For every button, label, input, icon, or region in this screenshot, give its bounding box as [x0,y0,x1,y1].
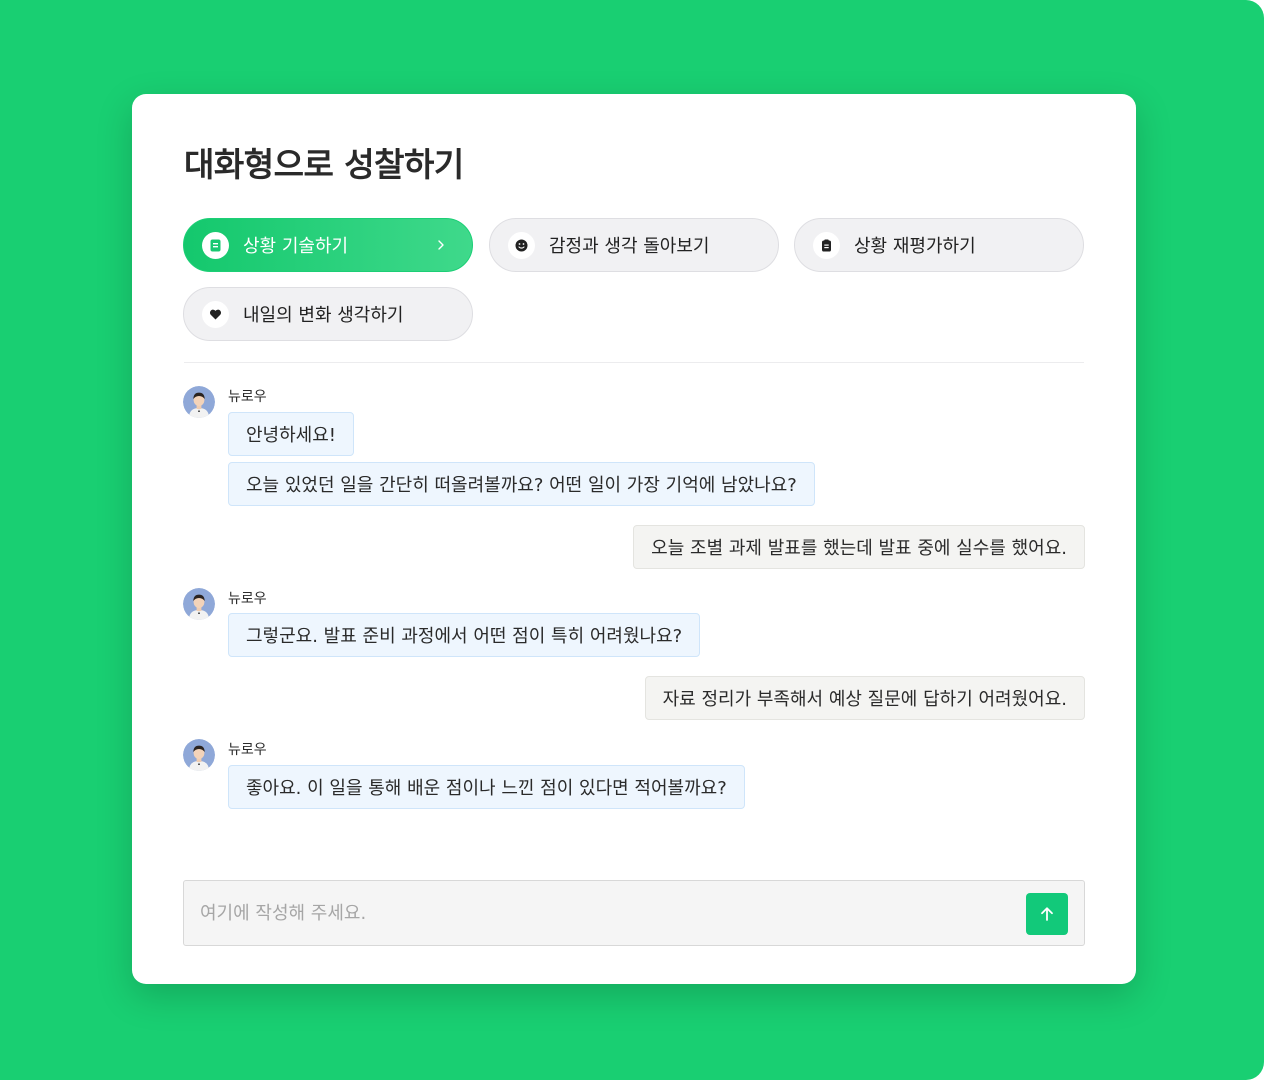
document-icon [202,231,229,259]
reflection-card: 대화형으로 성찰하기 상황 기술하기 감정과 생각 돌아보기 상황 재평가하기 … [132,94,1136,984]
divider [184,362,1084,363]
step-review-emotions[interactable]: 감정과 생각 돌아보기 [489,218,779,272]
step-reevaluate-situation[interactable]: 상황 재평가하기 [794,218,1084,272]
bot-message: 좋아요. 이 일을 통해 배운 점이나 느낀 점이 있다면 적어볼까요? [228,765,745,809]
bot-message: 오늘 있었던 일을 간단히 떠올려볼까요? 어떤 일이 가장 기억에 남았나요? [228,462,815,506]
bot-avatar [183,588,215,620]
message-input[interactable] [200,893,1010,933]
arrow-up-icon [1041,907,1053,921]
clipboard-icon [813,231,840,259]
bot-name: 뉴로우 [228,389,267,405]
user-message: 오늘 조별 과제 발표를 했는데 발표 중에 실수를 했어요. [633,525,1085,569]
message-composer [183,880,1085,946]
bot-message: 그렇군요. 발표 준비 과정에서 어떤 점이 특히 어려웠나요? [228,613,701,657]
step-label: 상황 기술하기 [243,236,349,257]
page-title: 대화형으로 성찰하기 [184,145,464,184]
bot-avatar [183,739,215,771]
send-button[interactable] [1026,893,1068,935]
step-think-tomorrow[interactable]: 내일의 변화 생각하기 [183,287,473,341]
bot-message: 안녕하세요! [228,412,355,456]
step-label: 감정과 생각 돌아보기 [549,236,710,257]
step-describe-situation[interactable]: 상황 기술하기 [183,218,473,272]
bot-avatar [183,386,215,418]
bot-name: 뉴로우 [228,742,267,758]
step-label: 내일의 변화 생각하기 [243,305,404,326]
bot-name: 뉴로우 [228,591,267,607]
chevron-right-icon [438,240,444,250]
heart-icon [202,300,229,328]
user-message: 자료 정리가 부족해서 예상 질문에 답하기 어려웠어요. [644,676,1085,720]
smiley-icon [508,231,535,259]
step-label: 상황 재평가하기 [854,236,976,257]
